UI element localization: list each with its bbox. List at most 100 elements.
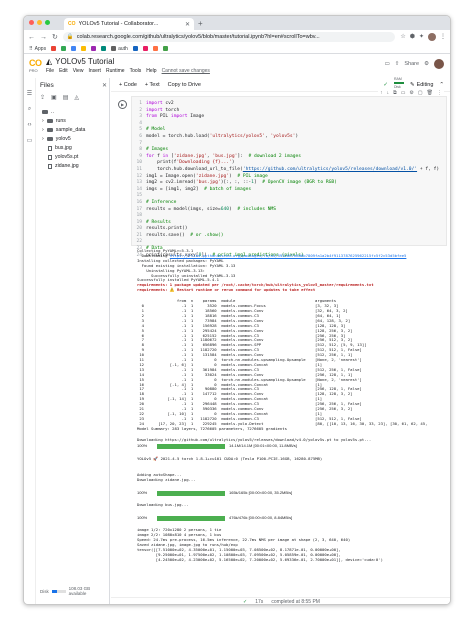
bookmark-icon[interactable] bbox=[162, 46, 168, 51]
move-up-icon[interactable]: ↑ bbox=[380, 90, 383, 96]
browser-tab[interactable]: CO YOLOv5 Tutorial - Collaborator... ✕ bbox=[64, 18, 194, 30]
file-tree-item[interactable]: › sample_data bbox=[42, 126, 85, 134]
run-cell-button[interactable]: ▶ bbox=[118, 100, 127, 109]
notebook-title[interactable]: YOLOv5 Tutorial bbox=[55, 57, 114, 66]
menu-tools[interactable]: Tools bbox=[130, 68, 142, 74]
extension-icon[interactable]: ⬢ bbox=[410, 33, 415, 41]
code-line: 1 import cv2 bbox=[132, 101, 439, 108]
share-icon[interactable]: ⇧ bbox=[395, 61, 400, 67]
bookmark-icon[interactable] bbox=[51, 46, 57, 51]
file-name: zidane.jpg bbox=[55, 163, 79, 169]
folder-icon[interactable]: ▭ bbox=[27, 137, 33, 144]
user-avatar[interactable] bbox=[434, 59, 444, 69]
bookmark-apps[interactable]: ⠿ Apps bbox=[29, 46, 46, 52]
disk-label: Disk bbox=[40, 588, 49, 594]
close-tab-icon[interactable]: ✕ bbox=[185, 21, 190, 28]
address-bar: ← → ↻ 🔒 colab.research.google.com/github… bbox=[24, 30, 450, 44]
save-status[interactable]: Cannot save changes bbox=[162, 68, 210, 74]
menu-view[interactable]: View bbox=[73, 68, 84, 74]
toc-icon[interactable]: ☰ bbox=[27, 90, 32, 97]
progress-fill bbox=[157, 490, 225, 496]
refresh-folder-icon[interactable]: ▣ bbox=[51, 94, 57, 101]
menu-insert[interactable]: Insert bbox=[88, 68, 101, 74]
bookmark-label: Apps bbox=[34, 45, 47, 52]
notebook-area: + Code + Text Copy to Drive ✓ RAM Disk ✎… bbox=[111, 77, 450, 605]
file-name: .. bbox=[51, 109, 54, 115]
file-tree-item[interactable]: yolov5s.pt bbox=[42, 153, 85, 161]
ram-label: RAM bbox=[393, 77, 402, 81]
bookmark-star-icon[interactable]: ☆ bbox=[400, 33, 405, 41]
comment-icon[interactable]: ▭ bbox=[385, 61, 390, 67]
disk-usage-fill bbox=[51, 589, 57, 593]
back-icon[interactable]: ← bbox=[28, 34, 35, 41]
code-line: 7 bbox=[132, 141, 439, 148]
code-cell[interactable]: ↑ ↓ ⧉ ▭ ⚙ ▢ 🗑 ⋮ ▶ 1 import cv2 2 import tor… bbox=[118, 90, 447, 258]
new-folder-icon[interactable]: ▤ bbox=[63, 94, 69, 101]
sidebar-rail: ☰ ⌕ ‹› ▭ bbox=[24, 78, 36, 604]
success-check-icon: ✓ bbox=[243, 599, 248, 605]
close-sidebar-icon[interactable]: ✕ bbox=[102, 82, 107, 89]
menu-help[interactable]: Help bbox=[146, 68, 156, 74]
move-down-icon[interactable]: ↓ bbox=[387, 90, 390, 96]
maximize-window-button[interactable] bbox=[45, 20, 50, 25]
bookmark-icon[interactable] bbox=[91, 46, 97, 51]
add-code-button[interactable]: + Code bbox=[119, 82, 137, 88]
settings-icon[interactable]: ⚙ bbox=[409, 90, 413, 96]
url-field[interactable]: 🔒 colab.research.google.com/github/ultra… bbox=[62, 32, 396, 42]
editing-mode-toggle[interactable]: ✎ Editing bbox=[410, 82, 433, 88]
puzzle-icon[interactable]: ✦ bbox=[419, 33, 424, 41]
bookmark-icon[interactable] bbox=[132, 46, 138, 51]
code-snippets-icon[interactable]: ‹› bbox=[28, 122, 32, 128]
code-editor[interactable]: 1 import cv2 2 import torch 3 from PIL import… bbox=[132, 101, 439, 259]
file-tree-item[interactable]: bus.jpg bbox=[42, 144, 85, 152]
collapse-header-icon[interactable]: ⌃ bbox=[439, 82, 444, 88]
new-tab-icon[interactable]: + bbox=[198, 19, 203, 28]
completion-status[interactable]: completed at 8:55 PM bbox=[271, 599, 320, 604]
browser-menu-icon[interactable]: ⋮ bbox=[440, 33, 446, 41]
copy-to-drive-button[interactable]: Copy to Drive bbox=[168, 82, 201, 88]
code-text: from PIL import Image bbox=[146, 114, 205, 120]
bookmark-icon[interactable] bbox=[81, 46, 87, 51]
file-tree-item[interactable]: › yolov5 bbox=[42, 135, 85, 143]
file-tree-item[interactable]: .. bbox=[42, 108, 85, 116]
tab-bar: CO YOLOv5 Tutorial - Collaborator... ✕ + bbox=[24, 16, 450, 30]
search-icon[interactable]: ⌕ bbox=[28, 106, 31, 113]
menu-runtime[interactable]: Runtime bbox=[106, 68, 125, 74]
link-icon[interactable]: ⧉ bbox=[393, 90, 397, 96]
profile-avatar[interactable] bbox=[428, 33, 436, 41]
menu-file[interactable]: File bbox=[46, 68, 54, 74]
line-number: 6 bbox=[139, 133, 142, 139]
tab-title: YOLOv5 Tutorial - Collaborator... bbox=[78, 21, 159, 27]
upload-icon[interactable]: ⇪ bbox=[40, 94, 45, 101]
colab-header: CO PRO ◭ YOLOv5 Tutorial File Edit View … bbox=[24, 54, 450, 78]
delete-icon[interactable]: 🗑 bbox=[427, 90, 433, 96]
mirror-cell-icon[interactable]: ▢ bbox=[418, 90, 423, 96]
mount-drive-icon[interactable]: ◬ bbox=[74, 94, 79, 101]
bookmark-icon[interactable] bbox=[142, 46, 148, 51]
folder-icon bbox=[46, 137, 53, 141]
minimize-window-button[interactable] bbox=[37, 20, 42, 25]
code-text: img2 = cv2.imread('bus.jpg')[:, :, ::-1]… bbox=[146, 180, 337, 186]
file-name: sample_data bbox=[55, 127, 86, 133]
more-options-icon[interactable]: ⋮ bbox=[437, 90, 442, 96]
bookmark-auth[interactable]: auth bbox=[111, 46, 128, 52]
editing-label: Editing bbox=[416, 81, 434, 88]
bookmark-icon[interactable] bbox=[61, 46, 67, 51]
menu-edit[interactable]: Edit bbox=[59, 68, 68, 74]
file-tree-item[interactable]: › runs bbox=[42, 117, 85, 125]
file-name: runs bbox=[55, 118, 66, 124]
bookmark-icon[interactable] bbox=[71, 46, 77, 51]
bookmark-label: auth bbox=[118, 45, 128, 52]
comment-icon[interactable]: ▭ bbox=[401, 90, 406, 96]
bookmark-icon[interactable] bbox=[152, 46, 158, 51]
file-tree-item[interactable]: zidane.jpg bbox=[42, 162, 85, 170]
share-button[interactable]: Share bbox=[404, 61, 419, 67]
forward-icon[interactable]: → bbox=[40, 34, 47, 41]
reload-icon[interactable]: ↻ bbox=[52, 33, 58, 41]
settings-icon[interactable]: ⚙ bbox=[424, 61, 429, 67]
code-text: # Inference bbox=[146, 199, 177, 205]
add-text-button[interactable]: + Text bbox=[145, 82, 160, 88]
close-window-button[interactable] bbox=[29, 20, 34, 25]
progress-text: 476k/476k [00:00<00:00, 8.84MB/s] bbox=[229, 514, 293, 520]
bookmark-icon[interactable] bbox=[101, 46, 107, 51]
